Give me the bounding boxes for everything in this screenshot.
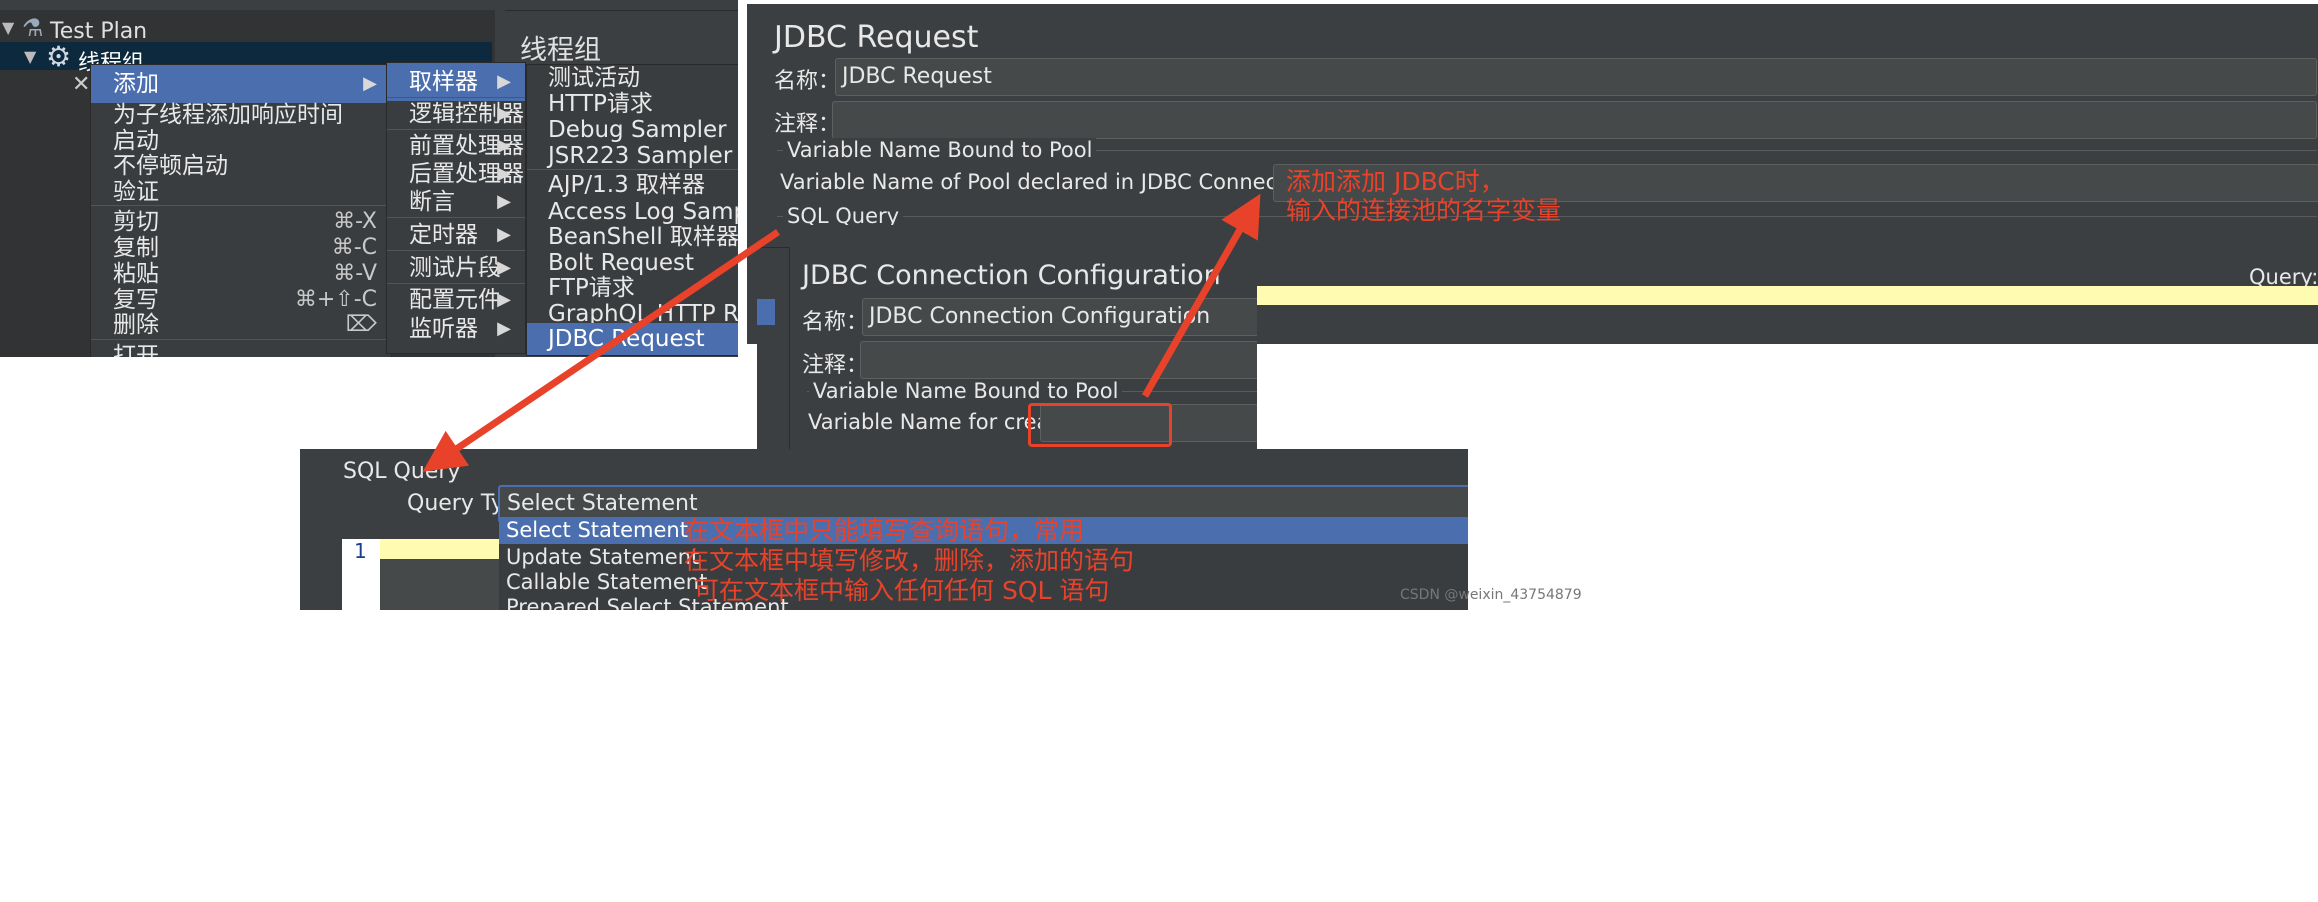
watermark: CSDN @weixin_43754879 <box>1400 587 1582 603</box>
annotation-arrows <box>422 193 1261 472</box>
arrow-to-pool-field <box>1141 193 1261 398</box>
arrow-to-sql-query <box>422 229 780 472</box>
